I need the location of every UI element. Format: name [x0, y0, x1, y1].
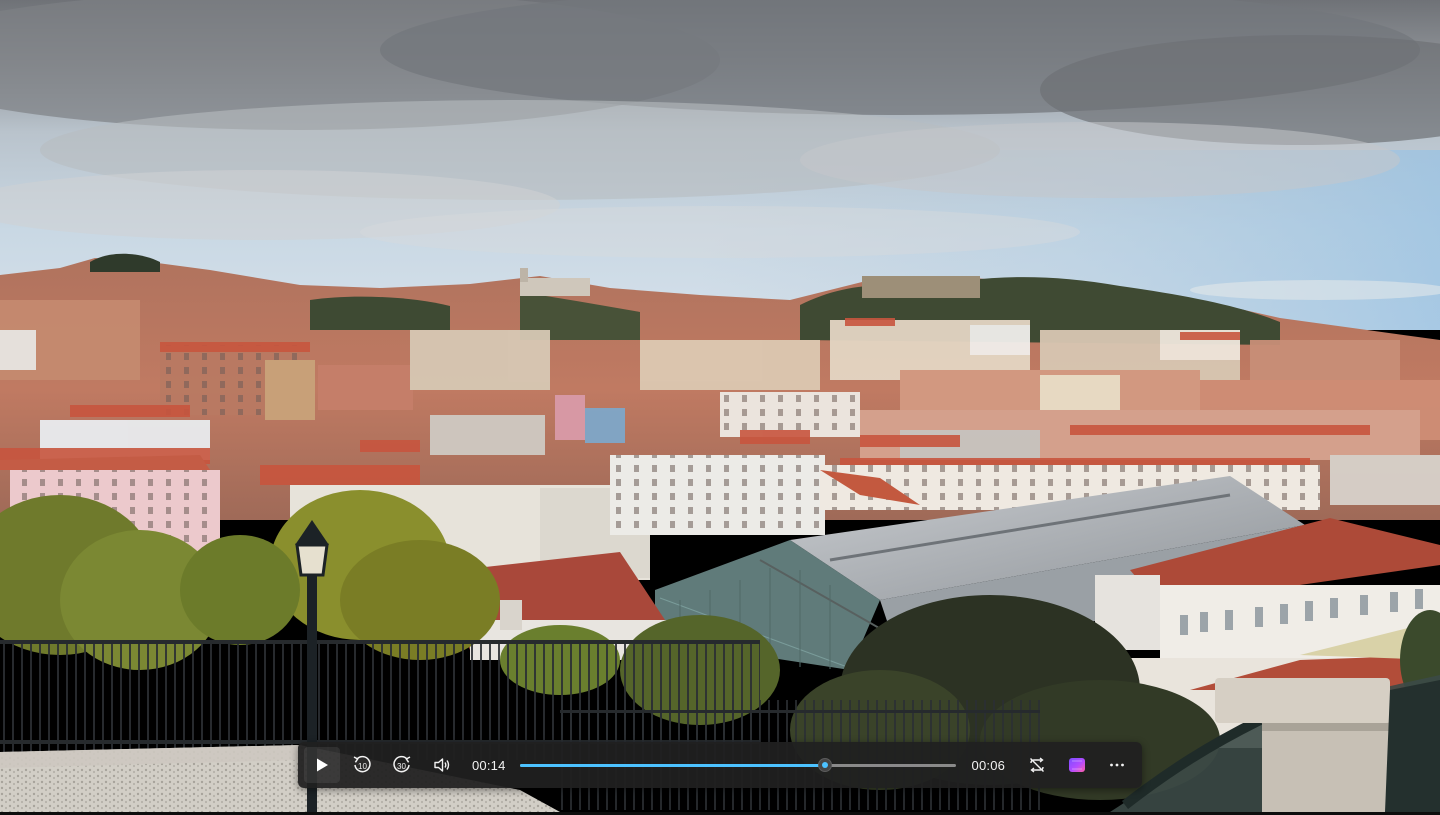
- play-button[interactable]: [304, 747, 340, 783]
- more-options-button[interactable]: [1099, 747, 1135, 783]
- volume-button[interactable]: [424, 747, 460, 783]
- play-icon: [314, 757, 330, 773]
- seek-progress-fill: [519, 764, 825, 767]
- seek-bar[interactable]: [519, 757, 956, 773]
- elapsed-time: 00:14: [472, 757, 506, 773]
- clipchamp-button[interactable]: [1059, 747, 1095, 783]
- rewind-10-button[interactable]: 10: [344, 747, 380, 783]
- loop-off-icon: [1027, 755, 1047, 775]
- seek-thumb[interactable]: [817, 758, 832, 772]
- rewind-10-label: 10: [358, 762, 367, 771]
- forward-30-label: 30: [397, 762, 406, 771]
- forward-30-button[interactable]: 30: [384, 747, 420, 783]
- media-controls-bar: 10 30 00:14 00:06: [298, 742, 1142, 788]
- clipchamp-icon: [1067, 755, 1087, 775]
- volume-icon: [432, 755, 452, 775]
- rewind-10-icon: 10: [351, 754, 373, 776]
- video-scene: [0, 0, 1440, 812]
- forward-30-icon: 30: [391, 754, 413, 776]
- loop-button[interactable]: [1019, 747, 1055, 783]
- more-options-icon: [1108, 756, 1126, 774]
- video-frame[interactable]: [0, 0, 1440, 812]
- remaining-time: 00:06: [971, 757, 1006, 773]
- media-player-window: 10 30 00:14 00:06: [0, 0, 1440, 815]
